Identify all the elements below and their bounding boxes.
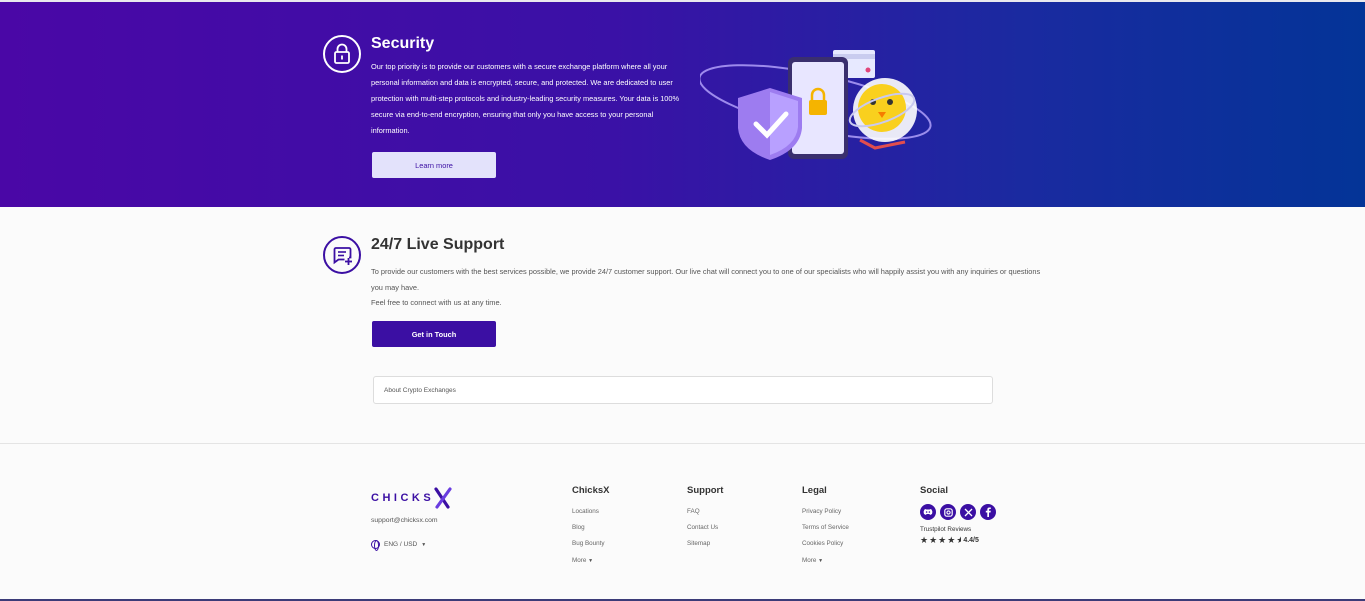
footer-more-dropdown[interactable]: More ▼ [572, 553, 610, 569]
footer-link-contact-us[interactable]: Contact Us [687, 520, 723, 536]
star-icon: ★ [947, 535, 956, 545]
more-label: More [802, 557, 817, 564]
language-currency-selector[interactable]: ENG / USD ▼ [371, 540, 427, 551]
trustpilot-label[interactable]: Trustpilot Reviews [920, 526, 996, 533]
caret-down-icon: ▼ [421, 541, 427, 548]
support-email[interactable]: support@chicksx.com [371, 517, 438, 524]
caret-down-icon: ▼ [588, 558, 594, 564]
footer-link-locations[interactable]: Locations [572, 504, 610, 520]
footer-link-faq[interactable]: FAQ [687, 504, 723, 520]
caret-down-icon: ▼ [818, 558, 824, 564]
more-label: More [572, 557, 587, 564]
footer-link-bug-bounty[interactable]: Bug Bounty [572, 536, 610, 552]
about-crypto-accordion[interactable]: About Crypto Exchanges [373, 376, 993, 404]
learn-more-button[interactable]: Learn more [372, 152, 496, 178]
footer-divider [0, 443, 1365, 444]
accordion-label: About Crypto Exchanges [384, 387, 456, 394]
chat-icon [323, 236, 361, 274]
footer-more-dropdown[interactable]: More ▼ [802, 553, 849, 569]
star-icon: ★ [929, 535, 938, 545]
security-title: Security [371, 35, 435, 52]
globe-icon [371, 540, 380, 551]
half-star-icon: ★ [956, 535, 962, 545]
x-icon[interactable] [960, 504, 976, 520]
footer-column-chicksx: ChicksX Locations Blog Bug Bounty More ▼ [572, 485, 610, 569]
security-section: Security Our top priority is to provide … [0, 2, 1365, 207]
footer-column-support: Support FAQ Contact Us Sitemap [687, 485, 723, 552]
language-currency-label: ENG / USD [384, 541, 418, 548]
star-icon: ★ [938, 535, 947, 545]
discord-icon[interactable] [920, 504, 936, 520]
column-title: ChicksX [572, 485, 610, 496]
get-in-touch-button[interactable]: Get in Touch [372, 321, 496, 347]
security-description: Our top priority is to provide our custo… [371, 62, 680, 135]
support-title: 24/7 Live Support [371, 236, 505, 253]
star-icon: ★ [920, 535, 929, 545]
footer-link-sitemap[interactable]: Sitemap [687, 536, 723, 552]
logo-text: CHICKS [371, 492, 435, 504]
facebook-icon[interactable] [980, 504, 996, 520]
footer-link-privacy-policy[interactable]: Privacy Policy [802, 504, 849, 520]
footer-column-legal: Legal Privacy Policy Terms of Service Co… [802, 485, 849, 569]
rating-value: 4.4/5 [963, 537, 979, 544]
logo-x-icon [434, 487, 452, 509]
lock-icon [323, 35, 361, 73]
footer-link-cookies-policy[interactable]: Cookies Policy [802, 536, 849, 552]
support-description: To provide our customers with the best s… [371, 267, 1041, 292]
footer-link-terms-of-service[interactable]: Terms of Service [802, 520, 849, 536]
column-title: Social [920, 485, 948, 496]
security-illustration [700, 50, 932, 160]
social-icons [920, 504, 996, 520]
chicksx-logo[interactable]: CHICKS [371, 487, 452, 509]
footer-column-social: Social Trustpilot Reviews ★ ★ ★ ★ ★ 4.4/… [920, 485, 996, 546]
trustpilot-rating[interactable]: ★ ★ ★ ★ ★ 4.4/5 [920, 535, 996, 546]
column-title: Legal [802, 485, 827, 496]
column-title: Support [687, 485, 724, 496]
instagram-icon[interactable] [940, 504, 956, 520]
support-note: Feel free to connect with us at any time… [371, 298, 502, 307]
footer-link-blog[interactable]: Blog [572, 520, 610, 536]
page: Security Our top priority is to provide … [0, 0, 1365, 601]
